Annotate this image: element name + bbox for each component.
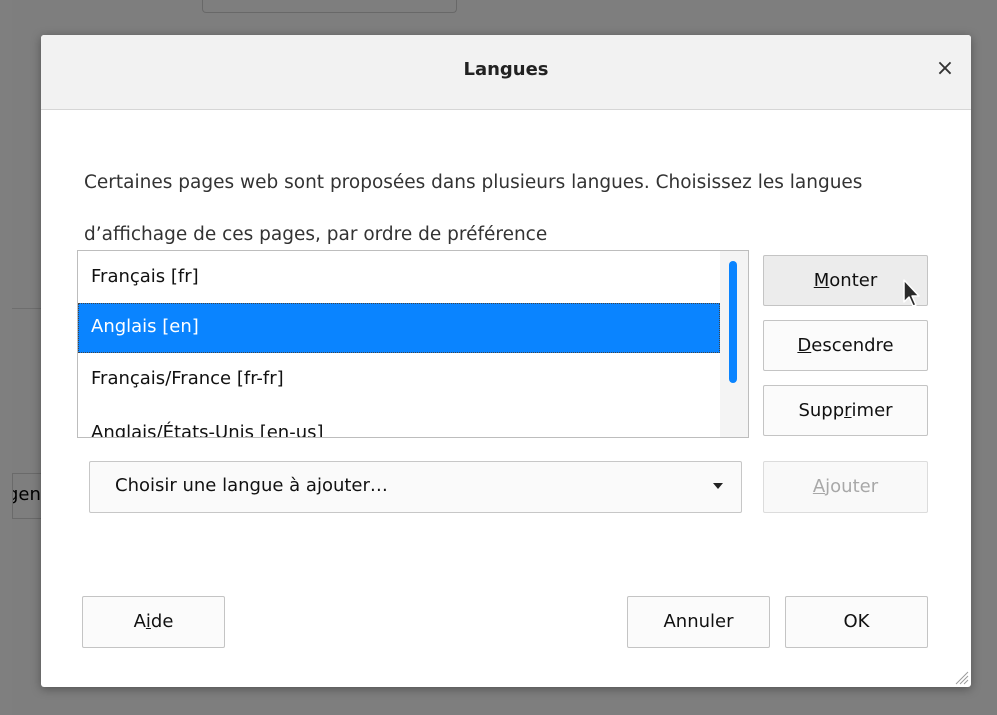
dialog-title: Langues xyxy=(463,59,549,80)
move-down-button[interactable]: Descendre xyxy=(763,320,928,371)
dialog-titlebar: Langues × xyxy=(41,35,971,110)
list-scrollbar-thumb[interactable] xyxy=(729,261,737,383)
list-item-label: Français [fr] xyxy=(91,266,199,287)
button-accel: M xyxy=(813,270,830,291)
button-text-before: Supp xyxy=(798,400,845,421)
list-item-en[interactable]: Anglais [en] xyxy=(78,303,720,353)
button-text-after: imer xyxy=(851,400,893,421)
button-text-after: escendre xyxy=(811,335,894,356)
list-item-label: Anglais/États-Unis [en-us] xyxy=(91,422,324,438)
list-item-label: Français/France [fr-fr] xyxy=(91,368,284,389)
button-accel: r xyxy=(844,400,852,421)
background-divider xyxy=(12,308,42,309)
languages-list[interactable]: Français [fr] Anglais [en] Français/Fran… xyxy=(77,250,749,438)
resize-grip-icon[interactable] xyxy=(953,669,969,685)
background-field-text: gen xyxy=(13,484,41,505)
button-text-after: onter xyxy=(829,270,878,291)
list-item-fr-fr[interactable]: Français/France [fr-fr] xyxy=(78,355,720,405)
language-select-value: Choisir une langue à ajouter… xyxy=(115,475,388,496)
cancel-button[interactable]: Annuler xyxy=(627,596,770,648)
ok-button[interactable]: OK xyxy=(785,596,928,648)
remove-button[interactable]: Supprimer xyxy=(763,385,928,436)
dialog-description: Certaines pages web sont proposées dans … xyxy=(84,172,863,245)
button-accel: A xyxy=(812,476,826,497)
button-text-after: de xyxy=(150,611,174,632)
chevron-down-icon xyxy=(713,483,723,489)
background-input xyxy=(202,0,457,13)
language-select[interactable]: Choisir une langue à ajouter… xyxy=(89,461,742,513)
background-field: gen xyxy=(12,473,43,519)
button-text-after: jouter xyxy=(825,476,879,497)
list-item-en-us[interactable]: Anglais/États-Unis [en-us] xyxy=(78,409,720,438)
add-button[interactable]: Ajouter xyxy=(763,461,928,513)
list-item-label: Anglais [en] xyxy=(91,316,199,337)
languages-dialog: Langues × Certaines pages web sont propo… xyxy=(41,35,971,687)
mouse-pointer-icon xyxy=(903,279,920,307)
button-accel: D xyxy=(797,335,812,356)
close-icon[interactable]: × xyxy=(933,55,957,83)
list-item-fr[interactable]: Français [fr] xyxy=(78,253,720,303)
help-button[interactable]: Aide xyxy=(82,596,225,648)
button-text-before: A xyxy=(133,611,146,632)
